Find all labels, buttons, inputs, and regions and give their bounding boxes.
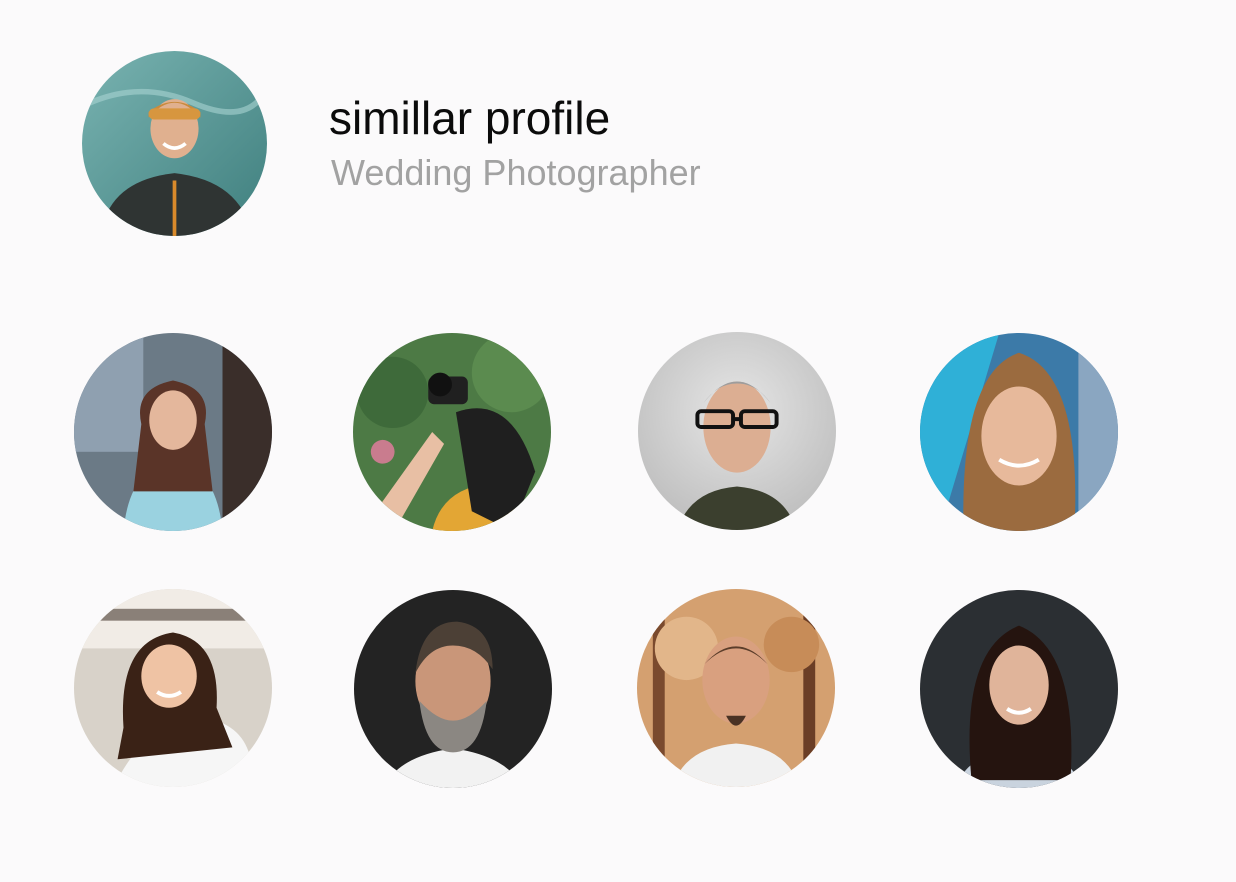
profile-name: simillar profile	[329, 92, 611, 144]
similar-profile-avatar[interactable]	[638, 332, 836, 530]
similar-profile-avatar[interactable]	[637, 589, 835, 787]
similar-profile-avatar[interactable]	[74, 589, 272, 787]
similar-profile-avatar[interactable]	[353, 333, 551, 531]
profile-role: Wedding Photographer	[331, 152, 701, 193]
user-photo-icon	[920, 333, 1118, 531]
user-photo-icon	[353, 333, 551, 531]
similar-profile-avatar[interactable]	[74, 333, 272, 531]
user-photo-icon	[74, 589, 272, 787]
user-photo-icon	[638, 332, 836, 530]
similar-profile-avatar[interactable]	[354, 590, 552, 788]
similar-profile-avatar[interactable]	[920, 590, 1118, 788]
user-photo-icon	[82, 51, 267, 236]
similar-profile-avatar[interactable]	[920, 333, 1118, 531]
user-photo-icon	[920, 590, 1118, 788]
profile-avatar[interactable]	[82, 51, 267, 236]
user-photo-icon	[354, 590, 552, 788]
user-photo-icon	[637, 589, 835, 787]
user-photo-icon	[74, 333, 272, 531]
